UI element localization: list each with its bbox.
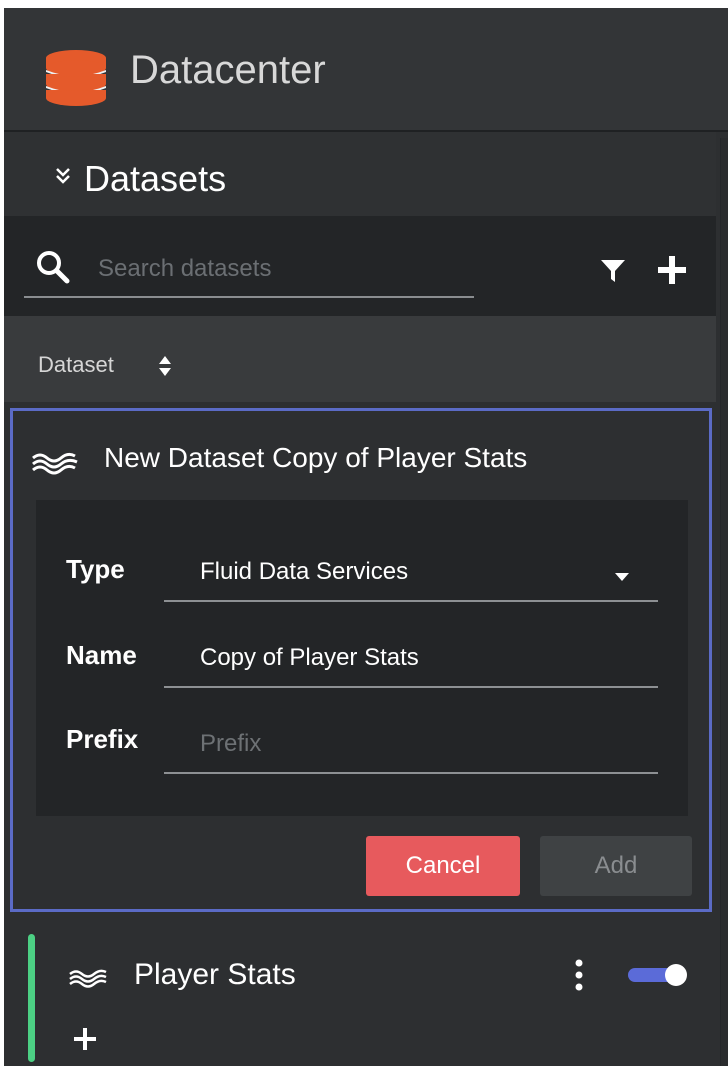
double-chevron-down-icon[interactable]: [54, 166, 72, 186]
wave-icon: [32, 452, 78, 475]
new-dataset-title: New Dataset Copy of Player Stats: [104, 442, 528, 473]
sort-icon[interactable]: [158, 354, 172, 378]
status-accent-bar: [28, 934, 35, 1062]
database-icon: [46, 50, 106, 106]
name-underline: [164, 686, 658, 688]
chevron-down-icon[interactable]: [614, 572, 630, 582]
datacenter-panel: Datacenter Datasets Dataset New Dataset …: [4, 8, 728, 1066]
app-header: Datacenter: [4, 8, 728, 132]
filter-icon[interactable]: [600, 258, 626, 284]
type-underline: [164, 600, 658, 602]
app-title: Datacenter: [130, 48, 326, 92]
search-icon: [37, 251, 70, 284]
name-label: Name: [66, 640, 137, 670]
add-dataset-icon[interactable]: [656, 254, 688, 286]
more-options-icon[interactable]: [574, 958, 584, 992]
dataset-name[interactable]: Player Stats: [134, 958, 296, 992]
type-select[interactable]: Fluid Data Services: [200, 558, 408, 586]
prefix-label: Prefix: [66, 724, 139, 754]
add-button[interactable]: Add: [540, 836, 692, 896]
type-label: Type: [66, 554, 125, 584]
prefix-underline: [164, 772, 658, 774]
dataset-enabled-toggle[interactable]: [626, 963, 688, 987]
add-table-icon[interactable]: [72, 1026, 98, 1052]
dataset-column-label[interactable]: Dataset: [38, 352, 114, 378]
search-underline: [24, 296, 474, 298]
section-title: Datasets: [84, 158, 227, 199]
name-field[interactable]: Copy of Player Stats: [200, 644, 419, 672]
scrollbar-gutter[interactable]: [720, 138, 728, 1066]
wave-icon: [69, 969, 107, 988]
search-input[interactable]: [96, 250, 470, 288]
prefix-field[interactable]: Prefix: [200, 730, 261, 758]
cancel-button[interactable]: Cancel: [366, 836, 520, 896]
